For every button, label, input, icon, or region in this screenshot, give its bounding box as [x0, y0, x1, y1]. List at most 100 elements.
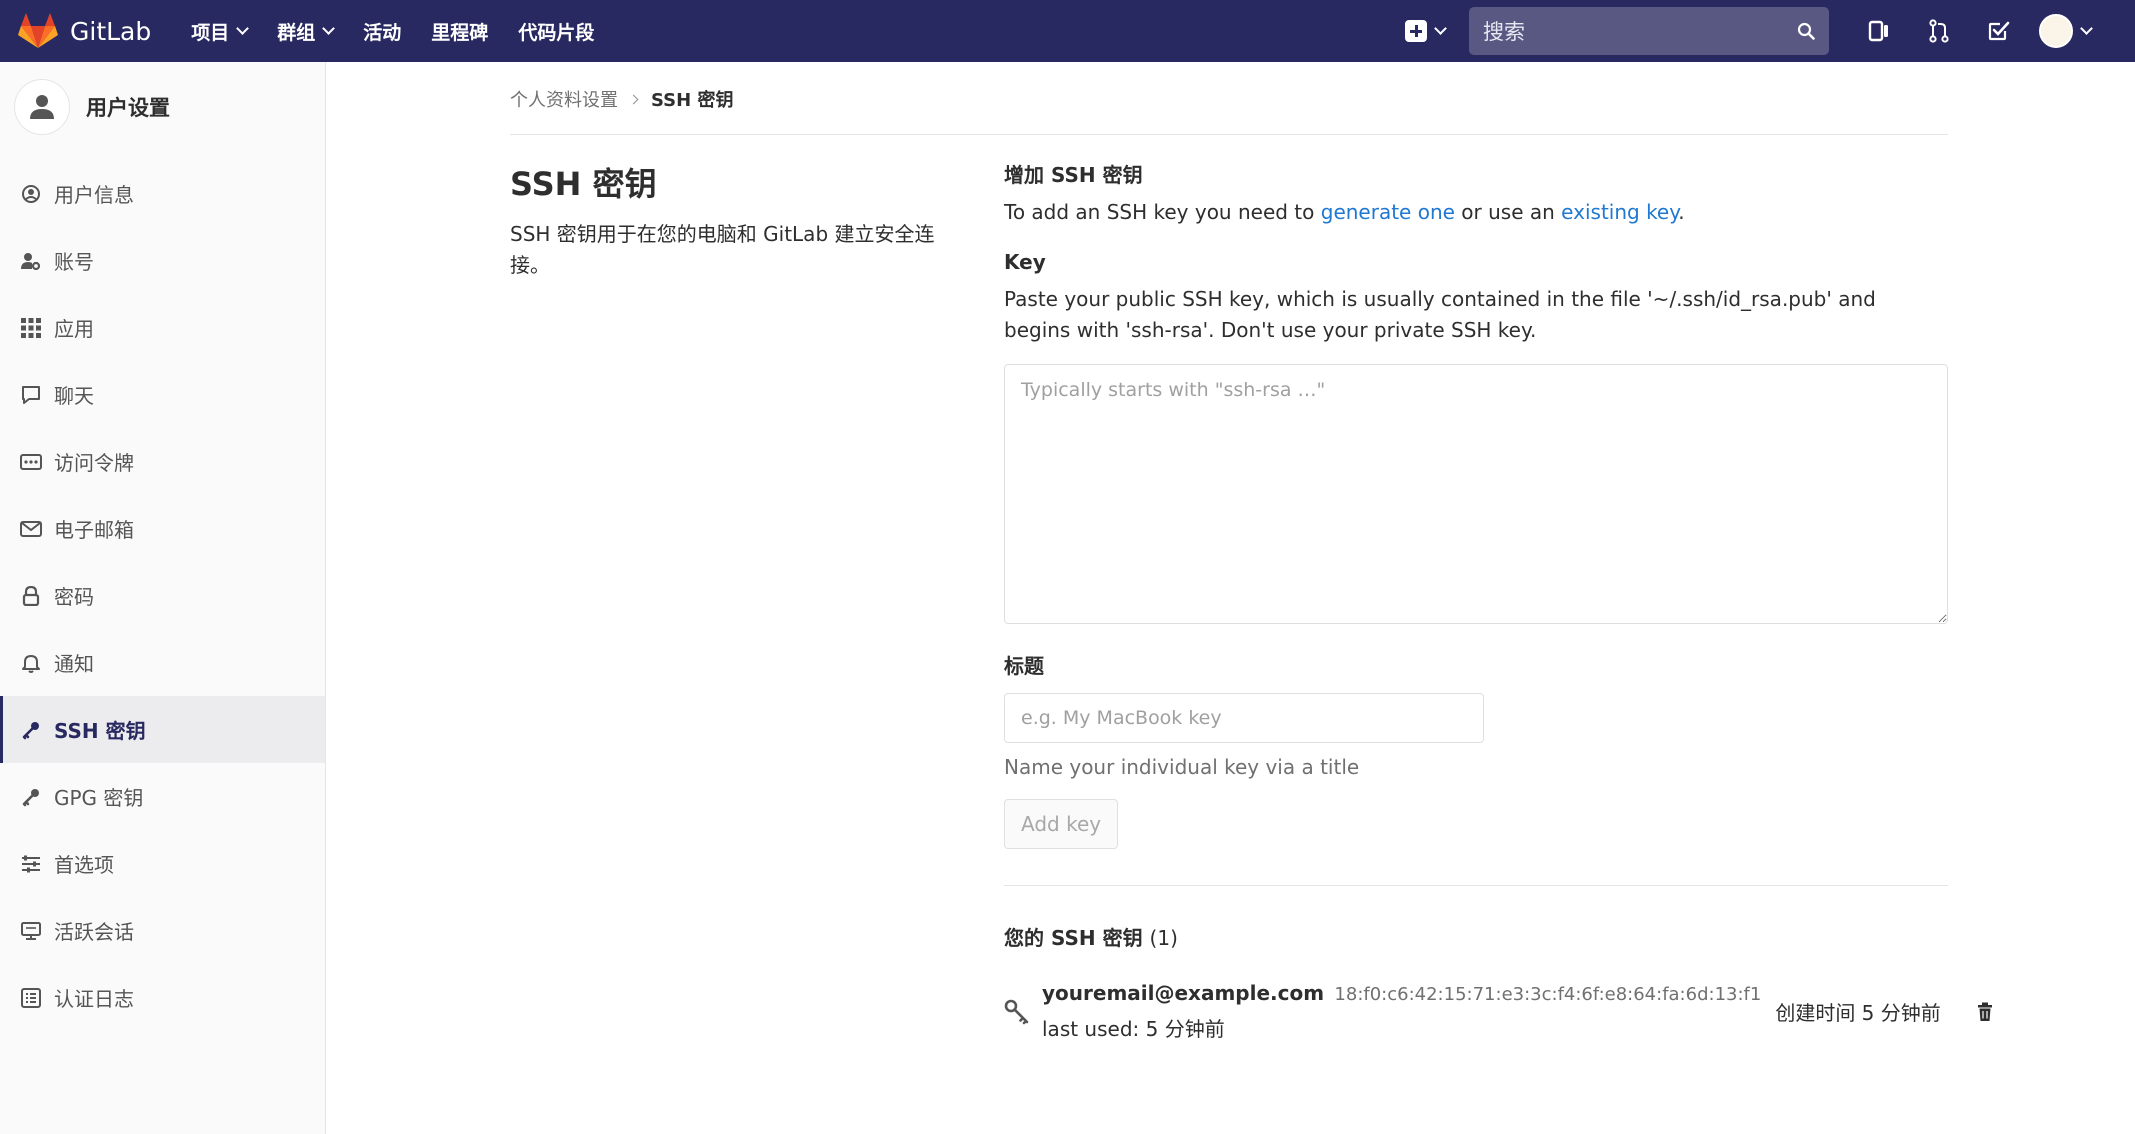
ssh-key-created: 创建时间 5 分钟前: [1775, 1001, 1941, 1025]
nav-groups[interactable]: 群组: [277, 18, 336, 45]
sidebar-item-profile[interactable]: 用户信息: [0, 160, 325, 227]
nav-snippets-label: 代码片段: [518, 21, 595, 44]
ssh-key-last-used: last used: 5 分钟前: [1042, 1017, 1225, 1041]
nav-groups-label: 群组: [277, 21, 316, 44]
sidebar-item-emails[interactable]: 电子邮箱: [0, 495, 325, 562]
grid-icon: [20, 317, 42, 339]
sidebar-item-label: 认证日志: [54, 987, 134, 1011]
sidebar-item-password[interactable]: 密码: [0, 562, 325, 629]
nav-right: 搜索: [1405, 0, 2135, 62]
sidebar-avatar: [14, 79, 70, 135]
sidebar-item-auth-log[interactable]: 认证日志: [0, 964, 325, 1031]
list-icon: [20, 987, 42, 1009]
sidebar-item-label: 首选项: [54, 853, 114, 877]
nav-projects-label: 项目: [191, 21, 230, 44]
brand-name: GitLab: [70, 16, 152, 46]
sidebar-item-label: 访问令牌: [54, 451, 134, 475]
bell-icon: [20, 652, 42, 674]
search-input[interactable]: 搜索: [1469, 7, 1829, 55]
sidebar-item-label: 通知: [54, 652, 94, 676]
sidebar-item-label: 活跃会话: [54, 920, 134, 944]
key-textarea[interactable]: [1004, 364, 1948, 624]
top-navbar: GitLab 项目 群组 活动 里程碑 代码片段 搜索: [0, 0, 2135, 62]
nav-snippets[interactable]: 代码片段: [518, 18, 594, 45]
add-ssh-key-form: 增加 SSH 密钥 To add an SSH key you need to …: [1004, 159, 1992, 1042]
chevron-down-icon: [322, 22, 336, 35]
intro-text: or use an: [1454, 200, 1562, 224]
add-key-intro: To add an SSH key you need to generate o…: [1004, 200, 1948, 224]
todo-check-icon: [1988, 21, 2010, 41]
sidebar-item-account[interactable]: 账号: [0, 227, 325, 294]
title-help-text: Name your individual key via a title: [1004, 755, 1360, 779]
ssh-key-title-line: youremail@example.com 18:f0:c6:42:15:71:…: [1042, 981, 1761, 1005]
user-circle-icon: [20, 183, 42, 205]
your-keys-heading: 您的 SSH 密钥 (1): [1004, 922, 1948, 951]
section-intro: SSH 密钥 SSH 密钥用于在您的电脑和 GitLab 建立安全连接。: [510, 159, 1004, 1042]
generate-one-link[interactable]: generate one: [1321, 200, 1455, 224]
sidebar-item-chat[interactable]: 聊天: [0, 361, 325, 428]
sidebar-item-applications[interactable]: 应用: [0, 294, 325, 361]
breadcrumb-profile-settings[interactable]: 个人资料设置: [510, 86, 618, 112]
key-label: Key: [1004, 250, 1046, 274]
chevron-right-icon: [628, 94, 639, 104]
panel-icon: [1868, 20, 1888, 42]
avatar: [2039, 14, 2073, 48]
sidebar-title: 用户设置: [86, 96, 170, 120]
add-key-button[interactable]: Add key: [1004, 799, 1119, 849]
sidebar-item-label: 用户信息: [54, 183, 134, 207]
lock-icon: [20, 585, 42, 607]
settings-sidebar: 用户设置 用户信息 账号 应用 聊天 访问令牌 电子邮箱 密码 通知 SSH 密…: [0, 62, 326, 1134]
page-title: SSH 密钥: [510, 165, 657, 203]
merge-requests-button[interactable]: [1909, 19, 1969, 43]
ssh-key-item: youremail@example.com 18:f0:c6:42:15:71:…: [1004, 981, 1992, 1042]
ssh-key-fingerprint: 18:f0:c6:42:15:71:e3:3c:f4:6f:e8:64:fa:6…: [1334, 984, 1762, 1005]
add-key-title: 增加 SSH 密钥: [1004, 163, 1143, 187]
intro-text: To add an SSH key you need to: [1004, 200, 1321, 224]
key-help-text: Paste your public SSH key, which is usua…: [1004, 287, 1876, 342]
title-label: 标题: [1004, 654, 1044, 678]
breadcrumb-current[interactable]: SSH 密钥: [651, 86, 733, 112]
chevron-down-icon: [2080, 22, 2093, 35]
sidebar-item-preferences[interactable]: 首选项: [0, 830, 325, 897]
title-input[interactable]: [1004, 693, 1484, 743]
chevron-down-icon: [1434, 22, 1447, 35]
search-icon: [1797, 22, 1815, 40]
key-icon: [20, 719, 42, 741]
issues-panel-button[interactable]: [1849, 19, 1909, 43]
your-keys-heading-text: 您的 SSH 密钥: [1004, 926, 1143, 950]
todos-button[interactable]: [1969, 19, 2029, 43]
user-menu-button[interactable]: [2039, 14, 2093, 48]
monitor-icon: [20, 920, 42, 942]
sidebar-item-label: 聊天: [54, 384, 94, 408]
merge-request-icon: [1929, 19, 1949, 43]
delete-key-button[interactable]: [1977, 1002, 1993, 1022]
nav-milestones-label: 里程碑: [431, 21, 489, 44]
sidebar-item-ssh-keys[interactable]: SSH 密钥: [0, 696, 325, 763]
sidebar-item-label: 应用: [54, 317, 94, 341]
new-dropdown-button[interactable]: [1405, 20, 1447, 42]
sidebar-item-label: SSH 密钥: [54, 719, 146, 743]
user-gear-icon: [20, 250, 42, 272]
sidebar-menu: 用户信息 账号 应用 聊天 访问令牌 电子邮箱 密码 通知 SSH 密钥 GPG…: [0, 160, 325, 1031]
sidebar-item-gpg-keys[interactable]: GPG 密钥: [0, 763, 325, 830]
key-icon: [20, 786, 42, 808]
keys-count: (1): [1149, 926, 1178, 950]
sidebar-header[interactable]: 用户设置: [0, 62, 325, 152]
nav-milestones[interactable]: 里程碑: [431, 18, 488, 45]
main-nav: 项目 群组 活动 里程碑 代码片段: [191, 18, 624, 45]
gitlab-logo[interactable]: GitLab: [18, 13, 151, 49]
sidebar-item-active-sessions[interactable]: 活跃会话: [0, 897, 325, 964]
sidebar-item-label: GPG 密钥: [54, 786, 144, 810]
sidebar-item-notifications[interactable]: 通知: [0, 629, 325, 696]
nav-activity[interactable]: 活动: [363, 18, 401, 45]
key-icon: [1004, 999, 1030, 1025]
sidebar-item-label: 账号: [54, 250, 94, 274]
nav-projects[interactable]: 项目: [191, 18, 250, 45]
existing-key-link[interactable]: existing key: [1561, 200, 1678, 224]
page-description: SSH 密钥用于在您的电脑和 GitLab 建立安全连接。: [510, 222, 935, 277]
envelope-icon: [20, 518, 42, 540]
ssh-key-title-link[interactable]: youremail@example.com: [1042, 981, 1324, 1005]
divider: [1004, 885, 1948, 886]
settings-section: SSH 密钥 SSH 密钥用于在您的电脑和 GitLab 建立安全连接。 增加 …: [510, 159, 1992, 1042]
sidebar-item-access-tokens[interactable]: 访问令牌: [0, 428, 325, 495]
